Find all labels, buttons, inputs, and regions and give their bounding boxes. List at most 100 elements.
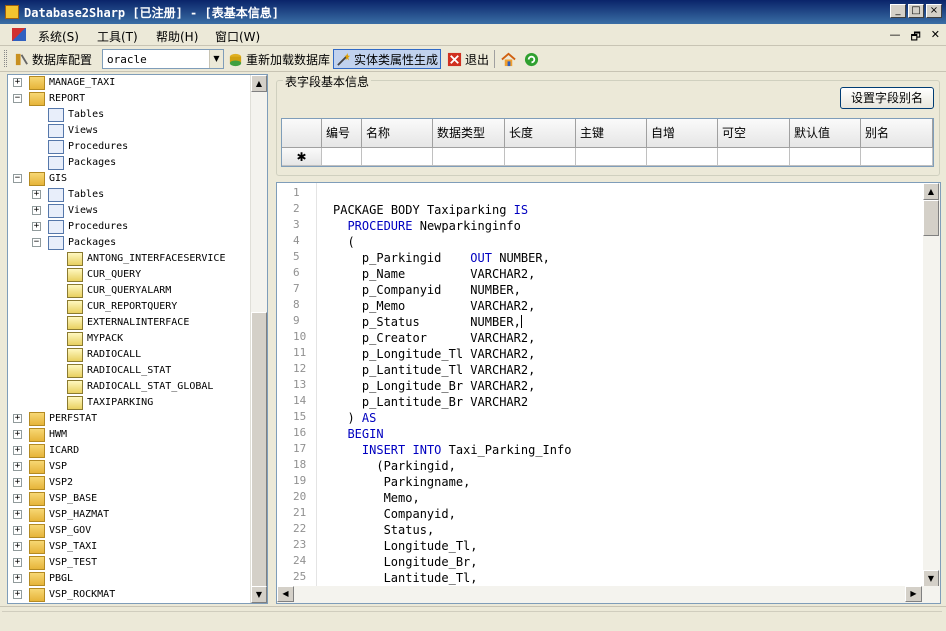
tree-node[interactable]: CUR_QUERYALARM xyxy=(8,283,256,299)
close-button[interactable]: × xyxy=(926,4,942,18)
db-type-select[interactable]: oracle ▼ xyxy=(102,49,224,69)
column-header-nullable[interactable]: 可空 xyxy=(718,119,790,148)
home-button[interactable] xyxy=(499,49,518,69)
tree-node[interactable]: + Views xyxy=(8,203,256,219)
grid-new-row[interactable]: ✱ xyxy=(282,148,933,166)
tree-node[interactable]: TAXIPARKING xyxy=(8,395,256,411)
tree-node[interactable]: + Tables xyxy=(8,187,256,203)
scroll-down-icon[interactable]: ▼ xyxy=(251,586,267,603)
code-line[interactable]: Memo, xyxy=(333,491,420,505)
code-line[interactable]: BEGIN xyxy=(333,427,383,441)
grid-cell[interactable] xyxy=(433,148,505,166)
grid-cell[interactable] xyxy=(861,148,933,166)
toolbar-grip[interactable] xyxy=(4,50,7,67)
maximize-button[interactable]: □ xyxy=(908,4,924,18)
grid-cell[interactable] xyxy=(362,148,433,166)
tree-node[interactable]: Procedures xyxy=(8,139,256,155)
code-line[interactable]: ( xyxy=(333,235,354,249)
menu-tools[interactable]: 工具(T) xyxy=(97,28,138,45)
tree-node[interactable]: Packages xyxy=(8,155,256,171)
code-line[interactable]: p_Companyid NUMBER, xyxy=(333,283,521,297)
code-line[interactable]: p_Longitude_Br VARCHAR2, xyxy=(333,379,535,393)
mdi-close-button[interactable]: ✕ xyxy=(931,28,940,47)
scroll-down-icon[interactable]: ▼ xyxy=(923,570,939,587)
tree-node[interactable]: + ICARD xyxy=(8,443,256,459)
tree-node[interactable]: + VSP xyxy=(8,459,256,475)
tree-node[interactable]: + VSP_TAXI xyxy=(8,539,256,555)
tree-node[interactable]: + VSP_TEST xyxy=(8,555,256,571)
database-tree[interactable]: + MANAGE_TAXI − REPORT Tables Views Procedures… xyxy=(7,74,268,604)
column-header-datatype[interactable]: 数据类型 xyxy=(433,119,505,148)
column-header-number[interactable]: 编号 xyxy=(322,119,362,148)
expand-icon[interactable]: + xyxy=(13,526,22,535)
tree-scroll-thumb[interactable] xyxy=(251,312,267,603)
code-line[interactable]: PACKAGE BODY Taxiparking IS xyxy=(333,203,528,217)
tree-node[interactable]: Tables xyxy=(8,107,256,123)
editor-horizontal-scrollbar[interactable]: ◀ ▶ xyxy=(277,586,940,603)
mdi-minimize-button[interactable]: — xyxy=(889,28,900,47)
tree-node[interactable]: + VSP_HAZMAT xyxy=(8,507,256,523)
field-grid[interactable]: 编号 名称 数据类型 长度 主键 自增 可空 默认值 别名 ✱ xyxy=(281,118,934,167)
editor-vertical-scrollbar[interactable]: ▲ ▼ xyxy=(923,183,940,587)
mdi-restore-button[interactable]: 🗗 xyxy=(910,28,920,47)
grid-cell[interactable] xyxy=(718,148,790,166)
tree-node[interactable]: + HWM xyxy=(8,427,256,443)
column-header-default[interactable]: 默认值 xyxy=(790,119,861,148)
grid-cell[interactable] xyxy=(647,148,718,166)
code-line[interactable]: p_Status NUMBER, xyxy=(333,315,522,329)
mdi-child-icon[interactable] xyxy=(12,28,26,41)
expand-icon[interactable]: + xyxy=(13,494,22,503)
menu-help[interactable]: 帮助(H) xyxy=(156,28,198,45)
column-header-length[interactable]: 长度 xyxy=(505,119,576,148)
expand-icon[interactable]: + xyxy=(32,222,41,231)
tree-node[interactable]: RADIOCALL_STAT_GLOBAL xyxy=(8,379,256,395)
editor-scroll-thumb[interactable] xyxy=(923,200,939,236)
expand-icon[interactable]: + xyxy=(13,478,22,487)
code-line[interactable]: Lantitude_Tl, xyxy=(333,571,478,585)
code-line[interactable]: Parkingname, xyxy=(333,475,471,489)
code-line[interactable]: PROCEDURE Newparkinginfo xyxy=(333,219,520,233)
menu-window[interactable]: 窗口(W) xyxy=(215,28,260,45)
code-line[interactable]: Longitude_Tl, xyxy=(333,539,478,553)
code-line[interactable]: Companyid, xyxy=(333,507,456,521)
tree-node[interactable]: Views xyxy=(8,123,256,139)
scroll-up-icon[interactable]: ▲ xyxy=(251,75,267,92)
tree-node[interactable]: + MANAGE_TAXI xyxy=(8,75,256,91)
menu-system[interactable]: 系统(S) xyxy=(38,28,79,45)
code-line[interactable]: p_Lantitude_Br VARCHAR2 xyxy=(333,395,528,409)
entity-generate-button[interactable]: 实体类属性生成 xyxy=(333,49,442,69)
expand-icon[interactable]: + xyxy=(13,446,22,455)
column-header-auto-increment[interactable]: 自增 xyxy=(647,119,718,148)
tree-node[interactable]: MYPACK xyxy=(8,331,256,347)
expand-icon[interactable]: + xyxy=(13,430,22,439)
expand-icon[interactable]: + xyxy=(32,206,41,215)
expand-icon[interactable]: + xyxy=(13,414,22,423)
scroll-right-icon[interactable]: ▶ xyxy=(905,586,922,602)
exit-button[interactable]: 退出 xyxy=(445,49,491,69)
code-line[interactable]: p_Name VARCHAR2, xyxy=(333,267,535,281)
db-config-button[interactable]: 数据库配置 xyxy=(12,49,94,69)
tree-vertical-scrollbar[interactable]: ▲ ▼ xyxy=(250,75,267,603)
expand-icon[interactable]: + xyxy=(13,542,22,551)
tree-node[interactable]: EXTERNALINTERFACE xyxy=(8,315,256,331)
tree-node[interactable]: ANTONG_INTERFACESERVICE xyxy=(8,251,256,267)
collapse-icon[interactable]: − xyxy=(13,174,22,183)
chevron-down-icon[interactable]: ▼ xyxy=(209,50,223,68)
code-editor[interactable]: 1 2 3 4 5 6 7 8 9 10 11 12 13 14 15 16 17 18 19 20 21 22 23 24 2… xyxy=(276,182,941,604)
expand-icon[interactable]: + xyxy=(13,574,22,583)
expand-icon[interactable]: + xyxy=(13,590,22,599)
tree-node[interactable]: + Procedures xyxy=(8,219,256,235)
set-field-alias-button[interactable]: 设置字段别名 xyxy=(840,87,934,109)
column-header-alias[interactable]: 别名 xyxy=(861,119,933,148)
minimize-button[interactable]: _ xyxy=(890,4,906,18)
tree-node[interactable]: + VSP_ROCKMAT xyxy=(8,587,256,603)
expand-icon[interactable]: + xyxy=(32,190,41,199)
expand-icon[interactable]: + xyxy=(13,558,22,567)
scroll-left-icon[interactable]: ◀ xyxy=(277,586,294,602)
collapse-icon[interactable]: − xyxy=(13,94,22,103)
refresh-button[interactable] xyxy=(522,49,541,69)
code-line[interactable]: Longitude_Br, xyxy=(333,555,478,569)
code-line[interactable]: Status, xyxy=(333,523,435,537)
tree-node[interactable]: + VSP_BASE xyxy=(8,491,256,507)
tree-node[interactable]: RADIOCALL xyxy=(8,347,256,363)
